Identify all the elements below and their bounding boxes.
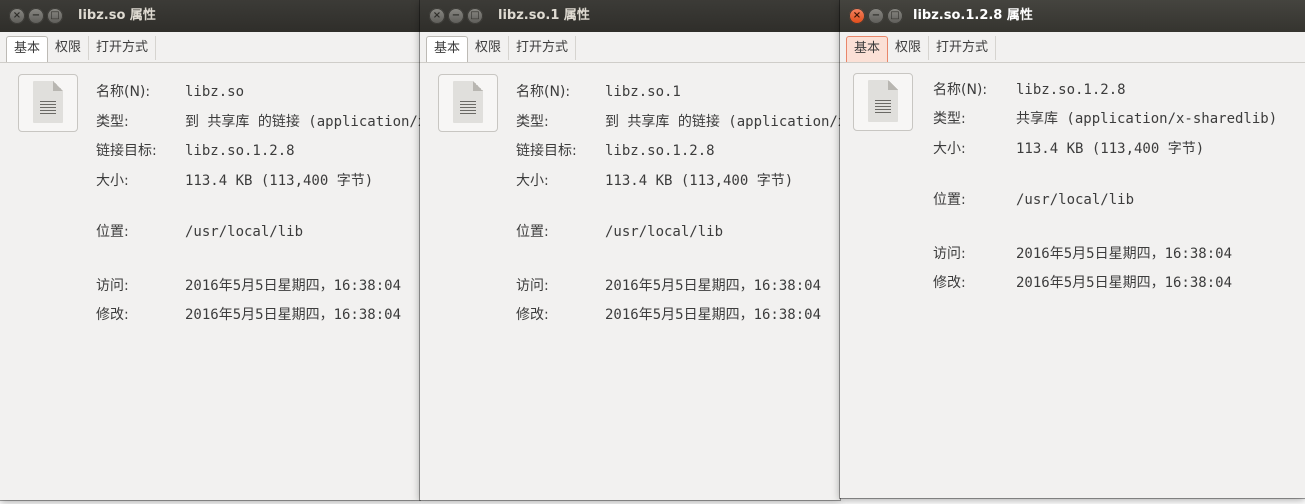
close-button[interactable]: × — [9, 8, 25, 24]
type-value: 共享库 (application/x-sharedlib) — [1016, 111, 1278, 127]
modified-value: 2016年5月5日星期四，16:38:04 — [185, 307, 402, 323]
tab-bar: 基本 权限 打开方式 — [420, 32, 840, 63]
location-value: /usr/local/lib — [185, 224, 304, 240]
close-button[interactable]: × — [429, 8, 445, 24]
location-value: /usr/local/lib — [1016, 192, 1135, 208]
tab-open-with[interactable]: 打开方式 — [929, 36, 997, 60]
modified-value: 2016年5月5日星期四，16:38:04 — [1016, 275, 1233, 291]
modified-label: 修改: — [96, 307, 129, 323]
maximize-button[interactable]: □ — [47, 8, 63, 24]
window-title: libz.so.1.2.8 属性 — [913, 8, 1033, 23]
accessed-value: 2016年5月5日星期四，16:38:04 — [185, 278, 402, 294]
tab-open-with[interactable]: 打开方式 — [509, 36, 577, 60]
tab-permissions[interactable]: 权限 — [888, 36, 930, 60]
type-value: 到 共享库 的链接 (application/x-sharedlib) — [605, 114, 840, 130]
tab-basic[interactable]: 基本 — [426, 36, 469, 62]
modified-value: 2016年5月5日星期四，16:38:04 — [605, 307, 822, 323]
accessed-value: 2016年5月5日星期四，16:38:04 — [1016, 246, 1233, 262]
tab-basic[interactable]: 基本 — [846, 36, 889, 62]
accessed-label: 访问: — [933, 246, 966, 262]
tab-permissions[interactable]: 权限 — [468, 36, 510, 60]
name-value[interactable]: libz.so.1 — [605, 82, 681, 102]
modified-label: 修改: — [516, 307, 549, 323]
close-button[interactable]: × — [849, 8, 865, 24]
properties-window-libz-so-1: × − □ libz.so.1 属性 基本 权限 打开方式 名称(N): libz… — [420, 0, 840, 500]
name-label: 名称(N): — [933, 82, 988, 98]
minimize-button[interactable]: − — [28, 8, 44, 24]
window-titlebar[interactable]: × − □ libz.so 属性 — [0, 0, 420, 32]
size-value: 113.4 KB (113,400 字节) — [605, 173, 794, 189]
location-label: 位置: — [96, 224, 129, 240]
tab-bar: 基本 权限 打开方式 — [840, 32, 1305, 63]
type-label: 类型: — [96, 114, 129, 130]
name-label: 名称(N): — [96, 84, 151, 100]
location-label: 位置: — [933, 192, 966, 208]
size-value: 113.4 KB (113,400 字节) — [185, 173, 374, 189]
type-value: 到 共享库 的链接 (application/x-sharedlib) — [185, 114, 420, 130]
tab-permissions[interactable]: 权限 — [48, 36, 90, 60]
location-value: /usr/local/lib — [605, 224, 724, 240]
tab-open-with[interactable]: 打开方式 — [89, 36, 157, 60]
type-label: 类型: — [516, 114, 549, 130]
properties-window-libz-so-1-2-8: × − □ libz.so.1.2.8 属性 基本 权限 打开方式 名称(N):… — [840, 0, 1305, 498]
accessed-value: 2016年5月5日星期四，16:38:04 — [605, 278, 822, 294]
file-icon[interactable] — [853, 73, 913, 131]
name-label: 名称(N): — [516, 84, 571, 100]
window-titlebar[interactable]: × − □ libz.so.1.2.8 属性 — [840, 0, 1305, 32]
file-icon[interactable] — [438, 74, 498, 132]
accessed-label: 访问: — [516, 278, 549, 294]
tab-bar: 基本 权限 打开方式 — [0, 32, 420, 63]
size-label: 大小: — [96, 173, 129, 189]
name-value[interactable]: libz.so.1.2.8 — [1016, 80, 1126, 100]
minimize-button[interactable]: − — [868, 8, 884, 24]
name-value[interactable]: libz.so — [185, 82, 244, 102]
modified-label: 修改: — [933, 275, 966, 291]
window-titlebar[interactable]: × − □ libz.so.1 属性 — [420, 0, 840, 32]
properties-window-libz-so: × − □ libz.so 属性 基本 权限 打开方式 名称(N): libz.s… — [0, 0, 420, 500]
size-label: 大小: — [933, 141, 966, 157]
link-target-value: libz.so.1.2.8 — [605, 143, 715, 159]
window-title: libz.so 属性 — [78, 8, 156, 23]
size-value: 113.4 KB (113,400 字节) — [1016, 141, 1205, 157]
minimize-button[interactable]: − — [448, 8, 464, 24]
link-target-label: 链接目标: — [96, 143, 157, 159]
maximize-button[interactable]: □ — [887, 8, 903, 24]
type-label: 类型: — [933, 111, 966, 127]
size-label: 大小: — [516, 173, 549, 189]
file-icon[interactable] — [18, 74, 78, 132]
link-target-value: libz.so.1.2.8 — [185, 143, 295, 159]
location-label: 位置: — [516, 224, 549, 240]
window-title: libz.so.1 属性 — [498, 8, 590, 23]
accessed-label: 访问: — [96, 278, 129, 294]
link-target-label: 链接目标: — [516, 143, 577, 159]
maximize-button[interactable]: □ — [467, 8, 483, 24]
tab-basic[interactable]: 基本 — [6, 36, 49, 62]
